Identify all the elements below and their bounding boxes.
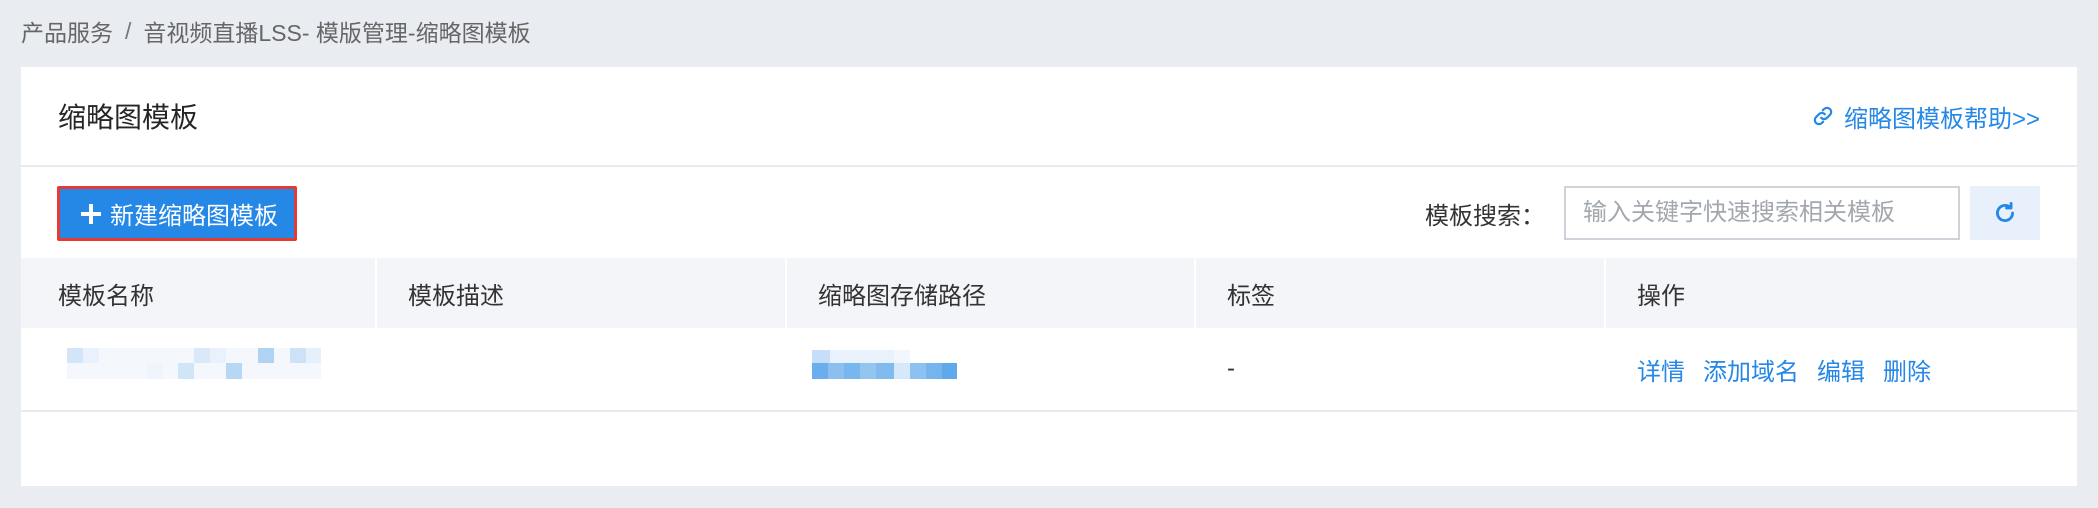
redacted-name-mosaic [21, 328, 377, 410]
mosaic-pixel [226, 363, 242, 379]
column-header-actions: 操作 [1637, 282, 1685, 310]
mosaic-pixel [83, 348, 99, 363]
breadcrumb: 产品服务 / 音视频直播LSS- 模版管理-缩略图模板 [0, 0, 2098, 67]
cell-tag: - [1227, 355, 1235, 382]
cell-actions: 详情 添加域名 编辑 删除 [1606, 328, 2077, 410]
mosaic-pixel [942, 363, 957, 379]
mosaic-pixel [894, 350, 910, 363]
edit-link[interactable]: 编辑 [1817, 352, 1865, 387]
delete-link[interactable]: 删除 [1883, 352, 1931, 387]
add-domain-link[interactable]: 添加域名 [1703, 352, 1799, 387]
column-header-storage-path: 缩略图存储路径 [787, 258, 1196, 328]
mosaic-pixel [210, 348, 226, 363]
mosaic-pixel [67, 348, 83, 363]
help-link[interactable]: 缩略图模板帮助>> [1812, 99, 2040, 134]
mosaic-pixel [178, 363, 194, 379]
help-link-label: 缩略图模板帮助>> [1843, 105, 2040, 133]
mosaic-pixel [828, 363, 844, 379]
search-input[interactable] [1564, 186, 1960, 240]
mosaic-pixel [844, 363, 860, 379]
search-group: 模板搜索： [1425, 186, 2040, 240]
table-row: - 详情 添加域名 编辑 删除 [21, 328, 2077, 412]
plus-icon [80, 203, 102, 225]
mosaic-pixel [306, 348, 321, 363]
mosaic-pixel [812, 363, 828, 379]
column-header-description: 模板描述 [377, 258, 787, 328]
template-card: 缩略图模板 缩略图模板帮助>> 新建缩略图模板 模板搜索： 输入关键字快速搜索相… [21, 67, 2077, 486]
mosaic-pixel [926, 363, 942, 379]
mosaic-pixel [894, 363, 910, 379]
link-icon [1812, 105, 1834, 127]
mosaic-pixel [876, 363, 894, 379]
toolbar: 新建缩略图模板 模板搜索： [21, 167, 2077, 258]
breadcrumb-separator: / [125, 17, 132, 44]
create-template-button[interactable]: 新建缩略图模板 [57, 186, 297, 241]
column-header-tag: 标签 [1196, 258, 1606, 328]
refresh-button[interactable] [1970, 186, 2040, 240]
create-template-label: 新建缩略图模板 [110, 203, 278, 230]
breadcrumb-item-current: 音视频直播LSS- 模版管理-缩略图模板 [143, 20, 531, 46]
cell-name [21, 328, 377, 410]
card-header: 缩略图模板 缩略图模板帮助>> [21, 67, 2077, 167]
details-link[interactable]: 详情 [1637, 352, 1685, 387]
refresh-icon [1992, 200, 2018, 226]
search-label: 模板搜索： [1425, 202, 1545, 230]
breadcrumb-item-product-services[interactable]: 产品服务 [21, 14, 113, 48]
mosaic-pixel [812, 350, 830, 363]
mosaic-pixel [910, 363, 926, 379]
mosaic-pixel [194, 348, 210, 363]
mosaic-pixel [860, 363, 876, 379]
cell-storage-path [787, 328, 1196, 410]
row-actions: 详情 添加域名 编辑 删除 [1637, 352, 1931, 387]
template-table: 模板名称 模板描述 缩略图存储路径 标签 操作 - 详情 添加域名 编辑 删除 [21, 258, 2077, 412]
mosaic-pixel [290, 348, 306, 363]
column-header-name: 模板名称 [21, 258, 377, 328]
cell-description [377, 328, 787, 410]
mosaic-pixel [147, 363, 163, 379]
table-header: 模板名称 模板描述 缩略图存储路径 标签 操作 [21, 258, 2077, 328]
mosaic-pixel [258, 348, 274, 363]
page-title: 缩略图模板 [58, 102, 199, 133]
redacted-path-mosaic [787, 328, 1196, 410]
mosaic-pixel [830, 350, 894, 363]
